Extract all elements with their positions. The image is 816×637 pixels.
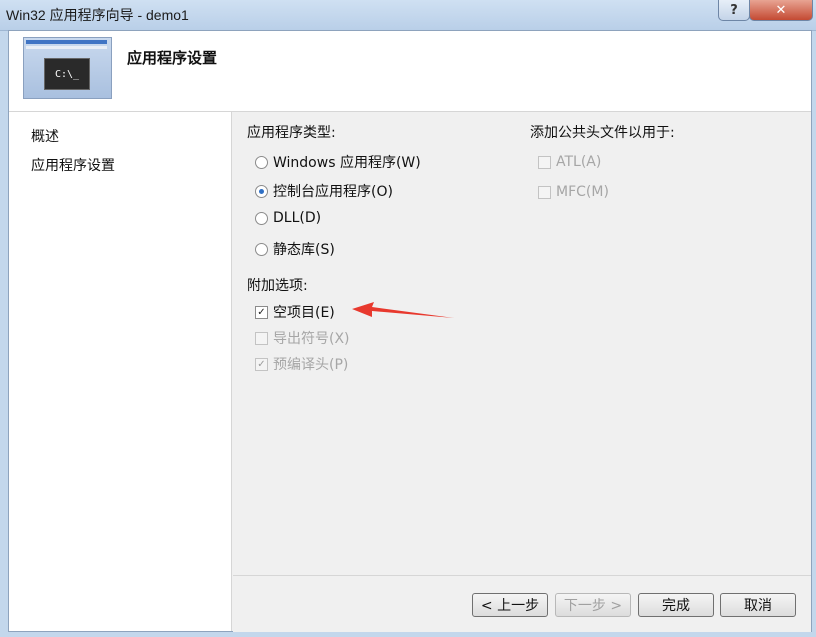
checkbox-label: 空项目(E) (273, 305, 335, 321)
checkbox-empty-project[interactable]: ✓ 空项目(E) (255, 302, 335, 322)
radio-windows-app[interactable]: Windows 应用程序(W) (255, 152, 421, 172)
app-type-heading: 应用程序类型: (247, 125, 336, 141)
common-headers-heading: 添加公共头文件以用于: (530, 125, 675, 141)
radio-console-app[interactable]: 控制台应用程序(O) (255, 181, 393, 201)
extra-options-heading: 附加选项: (247, 278, 308, 294)
sidebar: 概述 应用程序设置 (9, 112, 232, 631)
checkbox-indicator[interactable]: ✓ (255, 305, 268, 319)
radio-static-lib[interactable]: 静态库(S) (255, 239, 335, 259)
radio-label: Windows 应用程序(W) (273, 155, 421, 171)
checkbox-label: ATL(A) (556, 154, 602, 170)
thumbnail-console: C:\_ (44, 58, 90, 90)
radio-label: 控制台应用程序(O) (273, 184, 393, 200)
red-arrow-annotation-icon (352, 302, 454, 318)
help-button[interactable]: ? (718, 0, 750, 21)
radio-dll[interactable]: DLL(D) (255, 210, 321, 226)
thumbnail-titlebar (26, 40, 107, 44)
window-title: Win32 应用程序向导 - demo1 (6, 7, 189, 23)
radio-indicator[interactable] (255, 211, 268, 225)
radio-indicator[interactable] (255, 184, 268, 198)
checkbox-indicator (538, 185, 551, 199)
radio-label: DLL(D) (273, 210, 322, 226)
sidebar-item-app-settings[interactable]: 应用程序设置 (31, 155, 115, 175)
settings-panel: 应用程序类型: Windows 应用程序(W) 控制台应用程序(O) DLL(D… (233, 112, 811, 575)
checkbox-label: 导出符号(X) (273, 331, 350, 347)
cancel-button[interactable]: 取消 (720, 593, 796, 617)
next-button: 下一步 > (555, 593, 631, 617)
page-title: 应用程序设置 (127, 49, 218, 67)
back-button[interactable]: < 上一步 (472, 593, 548, 617)
radio-indicator[interactable] (255, 242, 268, 256)
checkbox-export-symbols: 导出符号(X) (255, 328, 350, 348)
checkbox-atl: ATL(A) (538, 154, 601, 170)
radio-indicator[interactable] (255, 155, 268, 169)
radio-label: 静态库(S) (273, 242, 335, 258)
checkbox-indicator: ✓ (255, 357, 268, 371)
console-app-thumbnail-icon: C:\_ (23, 37, 112, 99)
checkbox-label: 预编译头(P) (273, 357, 349, 373)
wizard-window: C:\_ 应用程序设置 概述 应用程序设置 应用程序类型: Windows 应用… (8, 30, 812, 632)
thumbnail-menubar (26, 46, 107, 49)
checkbox-indicator (255, 331, 268, 345)
wizard-header: C:\_ 应用程序设置 (9, 31, 811, 112)
title-bar: Win32 应用程序向导 - demo1 ? ✕ (0, 0, 816, 31)
checkbox-label: MFC(M) (556, 184, 609, 200)
sidebar-item-overview[interactable]: 概述 (31, 126, 59, 146)
checkbox-precompiled-header: ✓ 预编译头(P) (255, 354, 348, 374)
checkbox-mfc: MFC(M) (538, 184, 609, 200)
checkbox-indicator (538, 155, 551, 169)
close-button[interactable]: ✕ (749, 0, 813, 21)
finish-button[interactable]: 完成 (638, 593, 714, 617)
